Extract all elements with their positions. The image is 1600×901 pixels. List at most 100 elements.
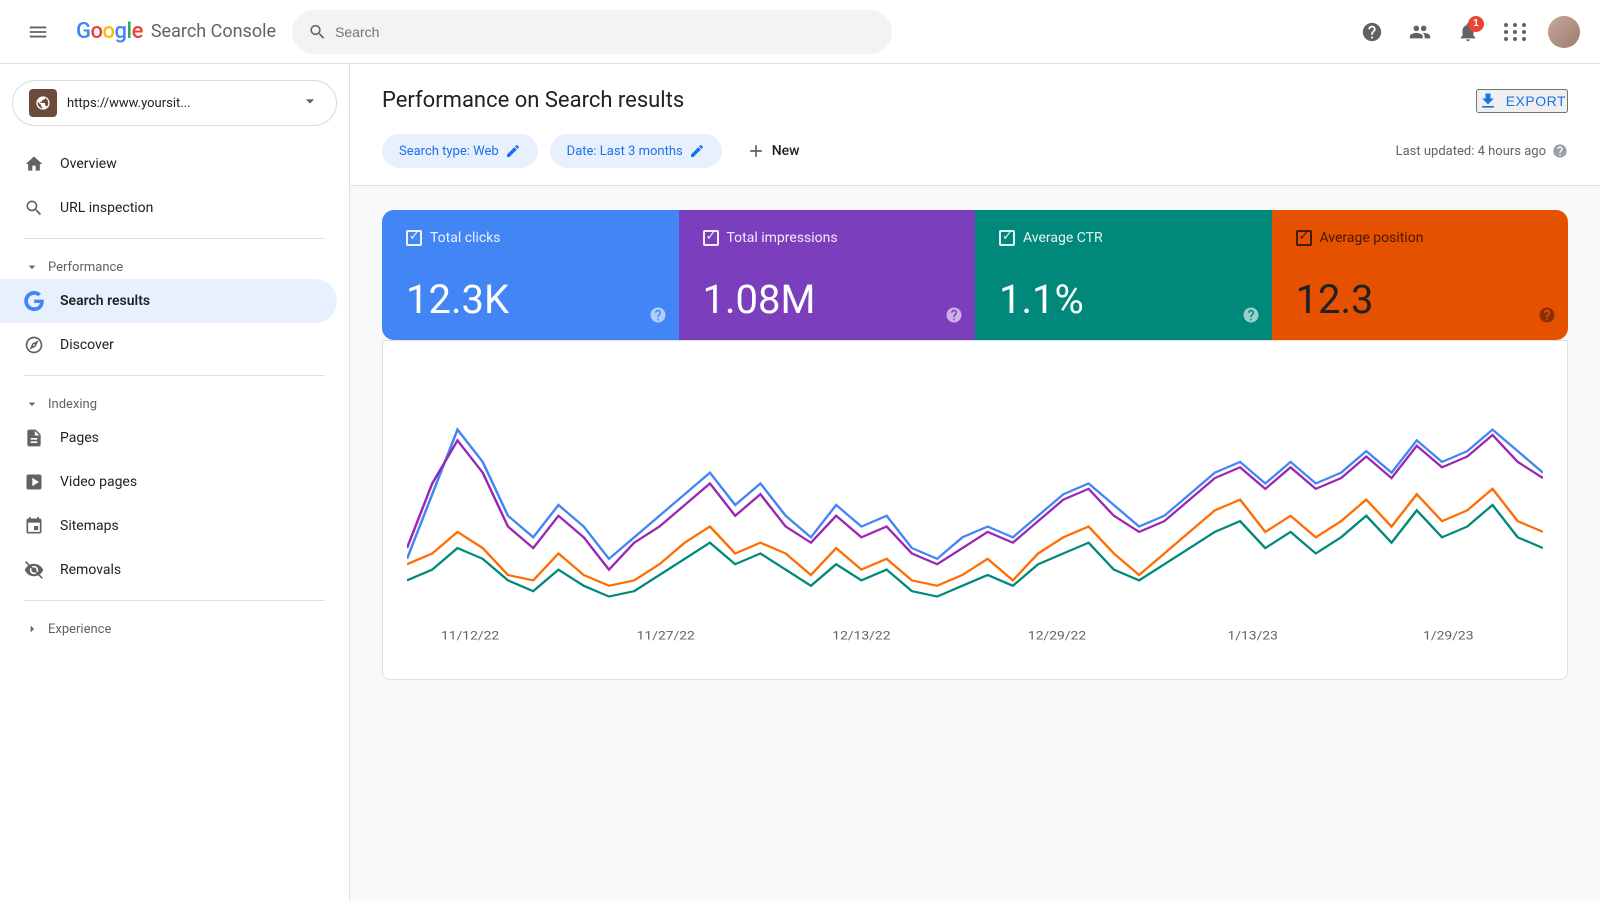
site-favicon [29, 89, 57, 117]
help-circle-icon [1552, 143, 1568, 159]
avatar-image [1548, 16, 1580, 48]
average-ctr-checkbox [999, 230, 1015, 246]
total-impressions-label: Total impressions [727, 230, 838, 246]
sidebar-section-performance[interactable]: Performance [0, 247, 349, 279]
total-impressions-checkbox [703, 230, 719, 246]
hamburger-icon [27, 21, 49, 43]
sidebar-item-sitemaps[interactable]: Sitemaps [0, 504, 337, 548]
help-icon-position [1538, 306, 1556, 324]
performance-chart: 11/12/22 11/27/22 12/13/22 12/29/22 1/13… [407, 365, 1543, 645]
sidebar-section-indexing[interactable]: Indexing [0, 384, 349, 416]
sidebar-item-removals[interactable]: Removals [0, 548, 337, 592]
sidebar-item-label-video-pages: Video pages [60, 474, 137, 490]
total-impressions-value: 1.08M [703, 280, 952, 320]
average-position-help[interactable] [1538, 306, 1556, 328]
discover-icon [24, 335, 44, 355]
download-icon [1478, 91, 1498, 111]
avatar [1548, 16, 1580, 48]
chevron-down-indexing-icon [24, 396, 40, 412]
chevron-down-icon [300, 91, 320, 115]
chevron-right-experience-icon [24, 621, 40, 637]
last-updated-text: Last updated: 4 hours ago [1396, 144, 1546, 159]
sidebar-item-label-url-inspection: URL inspection [60, 200, 153, 216]
total-impressions-label-row: Total impressions [703, 230, 952, 246]
total-impressions-card[interactable]: Total impressions 1.08M [679, 210, 976, 340]
apps-grid-icon [1504, 23, 1528, 41]
average-ctr-help[interactable] [1242, 306, 1260, 328]
total-clicks-label: Total clicks [430, 230, 501, 246]
header-actions: 1 [1352, 12, 1584, 52]
page-title-row: Performance on Search results EXPORT [382, 88, 1568, 113]
total-clicks-label-row: Total clicks [406, 230, 655, 246]
sidebar-item-label-search-results: Search results [60, 293, 150, 309]
svg-text:12/13/22: 12/13/22 [832, 630, 890, 644]
svg-text:12/29/22: 12/29/22 [1028, 630, 1086, 644]
average-ctr-card[interactable]: Average CTR 1.1% [975, 210, 1272, 340]
edit-icon [505, 143, 521, 159]
svg-text:11/12/22: 11/12/22 [441, 630, 499, 644]
search-icon [308, 22, 327, 42]
sidebar-item-label-removals: Removals [60, 562, 121, 578]
app-logo: Google Search Console [76, 19, 276, 44]
account-button[interactable] [1544, 12, 1584, 52]
date-filter[interactable]: Date: Last 3 months [550, 134, 722, 168]
help-button[interactable] [1352, 12, 1392, 52]
average-ctr-value: 1.1% [999, 280, 1248, 320]
sidebar-item-search-results[interactable]: Search results [0, 279, 337, 323]
export-button[interactable]: EXPORT [1476, 89, 1568, 113]
site-selector[interactable]: https://www.yoursit... [12, 80, 337, 126]
help-icon-ctr [1242, 306, 1260, 324]
content-body: Total clicks 12.3K Total impressions 1.0… [350, 186, 1600, 704]
search-type-filter[interactable]: Search type: Web [382, 134, 538, 168]
sidebar-item-label-pages: Pages [60, 430, 99, 446]
divider-3 [24, 600, 325, 601]
search-bar[interactable] [292, 10, 892, 54]
sidebar-item-pages[interactable]: Pages [0, 416, 337, 460]
edit-date-icon [689, 143, 705, 159]
svg-text:1/29/23: 1/29/23 [1423, 630, 1473, 644]
average-ctr-label: Average CTR [1023, 230, 1103, 246]
total-clicks-help[interactable] [649, 306, 667, 328]
average-position-label-row: Average position [1296, 230, 1545, 246]
menu-button[interactable] [16, 10, 60, 54]
video-pages-icon [24, 472, 44, 492]
site-url-label: https://www.yoursit... [67, 96, 290, 111]
notifications-button[interactable]: 1 [1448, 12, 1488, 52]
sidebar-section-experience[interactable]: Experience [0, 609, 349, 641]
new-filter-button[interactable]: New [734, 133, 812, 169]
google-g-icon [24, 291, 44, 311]
total-impressions-help[interactable] [945, 306, 963, 328]
product-name: Search Console [151, 21, 276, 42]
average-ctr-label-row: Average CTR [999, 230, 1248, 246]
main-content: Performance on Search results EXPORT Sea… [350, 64, 1600, 901]
sidebar: https://www.yoursit... Overview URL insp… [0, 64, 350, 901]
google-wordmark: Google [76, 19, 143, 44]
sidebar-section-label-performance: Performance [48, 260, 123, 275]
sitemaps-icon [24, 516, 44, 536]
apps-button[interactable] [1496, 12, 1536, 52]
search-icon [24, 198, 44, 218]
notification-badge: 1 [1468, 16, 1484, 32]
average-position-checkbox [1296, 230, 1312, 246]
help-icon-clicks [649, 306, 667, 324]
sidebar-item-overview[interactable]: Overview [0, 142, 337, 186]
last-updated: Last updated: 4 hours ago [1396, 143, 1568, 159]
chart-container: 11/12/22 11/27/22 12/13/22 12/29/22 1/13… [382, 340, 1568, 680]
people-icon [1409, 21, 1431, 43]
svg-text:1/13/23: 1/13/23 [1227, 630, 1277, 644]
sidebar-item-label-sitemaps: Sitemaps [60, 518, 119, 534]
help-icon [1361, 21, 1383, 43]
total-clicks-value: 12.3K [406, 280, 655, 320]
total-clicks-card[interactable]: Total clicks 12.3K [382, 210, 679, 340]
sidebar-item-url-inspection[interactable]: URL inspection [0, 186, 337, 230]
home-icon [24, 154, 44, 174]
sidebar-item-video-pages[interactable]: Video pages [0, 460, 337, 504]
sidebar-section-label-experience: Experience [48, 622, 111, 637]
average-position-value: 12.3 [1296, 280, 1545, 320]
chevron-down-section-icon [24, 259, 40, 275]
account-management-button[interactable] [1400, 12, 1440, 52]
page-title: Performance on Search results [382, 88, 684, 113]
search-input[interactable] [335, 24, 876, 40]
sidebar-item-discover[interactable]: Discover [0, 323, 337, 367]
average-position-card[interactable]: Average position 12.3 [1272, 210, 1569, 340]
